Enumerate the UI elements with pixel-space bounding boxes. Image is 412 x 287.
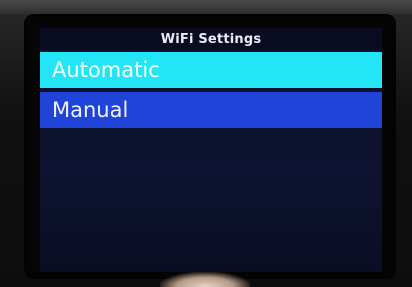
menu-item-manual[interactable]: Manual xyxy=(40,92,382,128)
menu-item-label: Manual xyxy=(52,98,129,122)
title-bar: WiFi Settings xyxy=(40,28,382,50)
bottom-reflection xyxy=(160,272,250,287)
lcd-screen: WiFi Settings Automatic Manual xyxy=(40,28,382,272)
menu-item-label: Automatic xyxy=(52,58,160,82)
menu-item-automatic[interactable]: Automatic xyxy=(40,52,382,88)
screen-title: WiFi Settings xyxy=(160,31,262,47)
